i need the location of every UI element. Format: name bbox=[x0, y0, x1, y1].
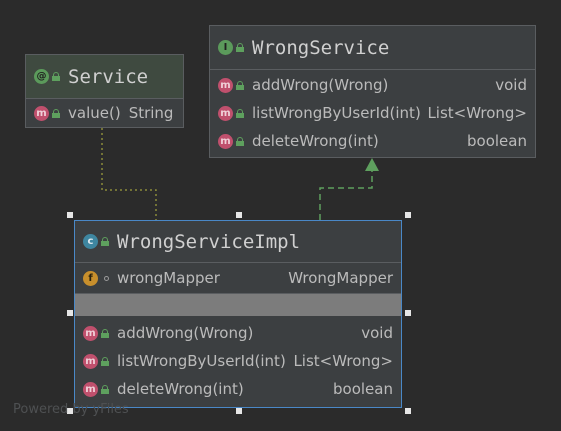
method-row[interactable]: m listWrongByUserId(int) List<Wrong> bbox=[210, 99, 535, 127]
annotation-icon: @ bbox=[34, 69, 49, 84]
wrong-service-impl-title: WrongServiceImpl bbox=[117, 230, 301, 253]
resize-handle-nw[interactable] bbox=[67, 212, 73, 218]
resize-handle-w[interactable] bbox=[67, 310, 73, 316]
lock-icon bbox=[101, 328, 109, 338]
field-row[interactable]: f wrongMapper WrongMapper bbox=[75, 264, 401, 292]
implements-edge bbox=[319, 170, 373, 220]
empty-section bbox=[75, 294, 401, 316]
method-label: addWrong(Wrong) bbox=[252, 76, 389, 94]
resize-handle-s[interactable] bbox=[236, 408, 242, 414]
lock-icon bbox=[236, 80, 244, 90]
wrong-service-impl-methods: m addWrong(Wrong) void m listWrongByUser… bbox=[75, 316, 401, 404]
lock-icon bbox=[101, 237, 109, 246]
method-label: listWrongByUserId(int) bbox=[117, 352, 286, 370]
method-icon: m bbox=[83, 381, 98, 397]
service-title: Service bbox=[68, 65, 149, 88]
method-label: deleteWrong(int) bbox=[117, 380, 244, 398]
lock-icon bbox=[236, 136, 244, 146]
method-row[interactable]: m value() String bbox=[26, 100, 183, 126]
lock-icon bbox=[52, 108, 60, 118]
resize-handle-ne[interactable] bbox=[405, 212, 411, 218]
method-type: List<Wrong> bbox=[293, 352, 393, 370]
implements-arrowhead bbox=[365, 158, 379, 171]
method-row[interactable]: m addWrong(Wrong) void bbox=[210, 71, 535, 99]
lock-icon bbox=[101, 384, 109, 394]
field-label: wrongMapper bbox=[117, 269, 220, 287]
method-type: void bbox=[495, 76, 527, 94]
method-type: String bbox=[128, 104, 174, 122]
package-private-icon bbox=[104, 275, 109, 281]
wrong-service-impl-node[interactable]: c WrongServiceImpl f wrongMapper WrongMa… bbox=[74, 220, 402, 408]
method-type: List<Wrong> bbox=[427, 104, 527, 122]
interface-icon: I bbox=[218, 40, 233, 55]
lock-icon bbox=[101, 356, 109, 366]
method-label: addWrong(Wrong) bbox=[117, 324, 254, 342]
method-icon: m bbox=[218, 105, 233, 121]
lock-icon bbox=[236, 43, 244, 52]
service-header: @ Service bbox=[26, 55, 183, 99]
method-row[interactable]: m deleteWrong(int) boolean bbox=[75, 375, 401, 403]
resize-handle-e[interactable] bbox=[405, 310, 411, 316]
wrong-service-node[interactable]: I WrongService m addWrong(Wrong) void m … bbox=[209, 25, 536, 158]
method-icon: m bbox=[34, 105, 49, 121]
method-icon: m bbox=[218, 133, 233, 149]
wrong-service-methods: m addWrong(Wrong) void m listWrongByUser… bbox=[210, 70, 535, 156]
watermark: Powered by yFiles bbox=[13, 402, 129, 417]
resize-handle-n[interactable] bbox=[236, 212, 242, 218]
method-icon: m bbox=[83, 353, 98, 369]
annotation-edge bbox=[101, 128, 157, 220]
method-type: void bbox=[361, 324, 393, 342]
method-type: boolean bbox=[467, 132, 527, 150]
method-row[interactable]: m deleteWrong(int) boolean bbox=[210, 127, 535, 155]
method-label: listWrongByUserId(int) bbox=[252, 104, 421, 122]
service-node[interactable]: @ Service m value() String bbox=[25, 54, 184, 128]
method-row[interactable]: m addWrong(Wrong) void bbox=[75, 319, 401, 347]
method-icon: m bbox=[83, 325, 98, 341]
method-type: boolean bbox=[333, 380, 393, 398]
method-label: value() bbox=[68, 104, 121, 122]
class-icon: c bbox=[83, 234, 98, 249]
method-label: deleteWrong(int) bbox=[252, 132, 379, 150]
wrong-service-impl-header: c WrongServiceImpl bbox=[75, 221, 401, 263]
method-icon: m bbox=[218, 77, 233, 93]
field-icon: f bbox=[83, 270, 98, 286]
field-type: WrongMapper bbox=[288, 269, 393, 287]
lock-icon bbox=[236, 108, 244, 118]
wrong-service-title: WrongService bbox=[252, 36, 390, 59]
resize-handle-se[interactable] bbox=[405, 408, 411, 414]
method-row[interactable]: m listWrongByUserId(int) List<Wrong> bbox=[75, 347, 401, 375]
lock-icon bbox=[52, 72, 60, 81]
service-methods: m value() String bbox=[26, 99, 183, 127]
wrong-service-header: I WrongService bbox=[210, 26, 535, 70]
wrong-service-impl-fields: f wrongMapper WrongMapper bbox=[75, 263, 401, 294]
